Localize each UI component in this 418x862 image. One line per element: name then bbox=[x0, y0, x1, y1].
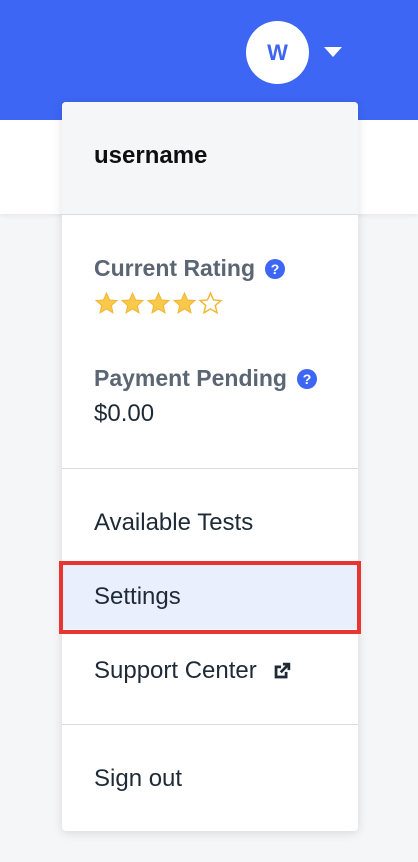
menu-item-available-tests[interactable]: Available Tests bbox=[62, 491, 358, 555]
menu-item-label: Settings bbox=[94, 583, 181, 610]
help-icon[interactable]: ? bbox=[296, 368, 317, 389]
menu-item-label: Available Tests bbox=[94, 509, 254, 536]
menu-item-settings[interactable]: Settings bbox=[62, 565, 358, 629]
help-icon[interactable]: ? bbox=[265, 258, 285, 279]
current-rating-text: Current Rating bbox=[94, 255, 255, 281]
sign-out-label: Sign out bbox=[94, 765, 183, 792]
username: username bbox=[94, 142, 208, 169]
menu-item-support-center[interactable]: Support Center bbox=[62, 639, 358, 703]
divider bbox=[62, 468, 358, 469]
menu-item-label: Support Center bbox=[94, 657, 257, 684]
user-dropdown-menu: username Current Rating ? Payment Pendin… bbox=[62, 102, 358, 831]
user-avatar[interactable]: W bbox=[246, 21, 309, 84]
payment-pending-text: Payment Pending bbox=[94, 365, 287, 391]
menu-header: username bbox=[62, 102, 358, 215]
rating-stars bbox=[94, 291, 223, 316]
payment-pending-value: $0.00 bbox=[94, 400, 155, 427]
sign-out-button[interactable]: Sign out bbox=[62, 747, 358, 811]
star-filled-icon bbox=[94, 291, 119, 314]
star-filled-icon bbox=[172, 291, 197, 314]
star-filled-icon bbox=[120, 291, 145, 314]
external-link-icon bbox=[274, 662, 291, 679]
chevron-down-icon[interactable] bbox=[324, 47, 342, 57]
current-rating-label: Current Rating ? bbox=[94, 255, 285, 282]
star-filled-icon bbox=[146, 291, 171, 314]
avatar-initial: W bbox=[267, 39, 288, 65]
payment-pending-label: Payment Pending ? bbox=[94, 365, 317, 392]
divider bbox=[62, 724, 358, 725]
star-empty-icon bbox=[198, 291, 223, 315]
